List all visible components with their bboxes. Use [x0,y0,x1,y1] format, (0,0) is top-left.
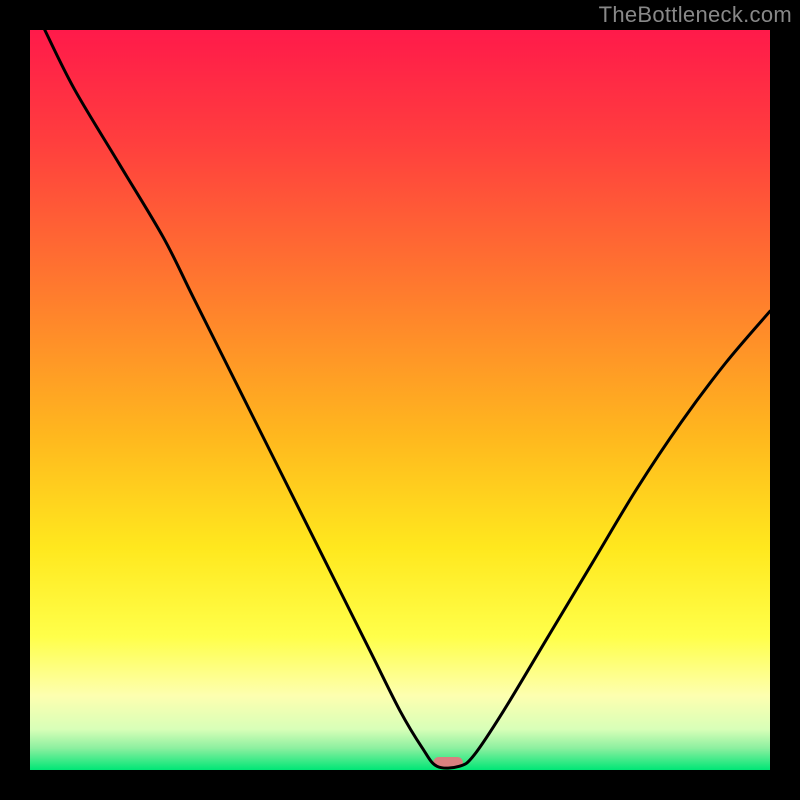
chart-svg [0,0,800,800]
watermark-text: TheBottleneck.com [599,2,792,28]
gradient-background [30,30,770,770]
bottleneck-chart: TheBottleneck.com [0,0,800,800]
